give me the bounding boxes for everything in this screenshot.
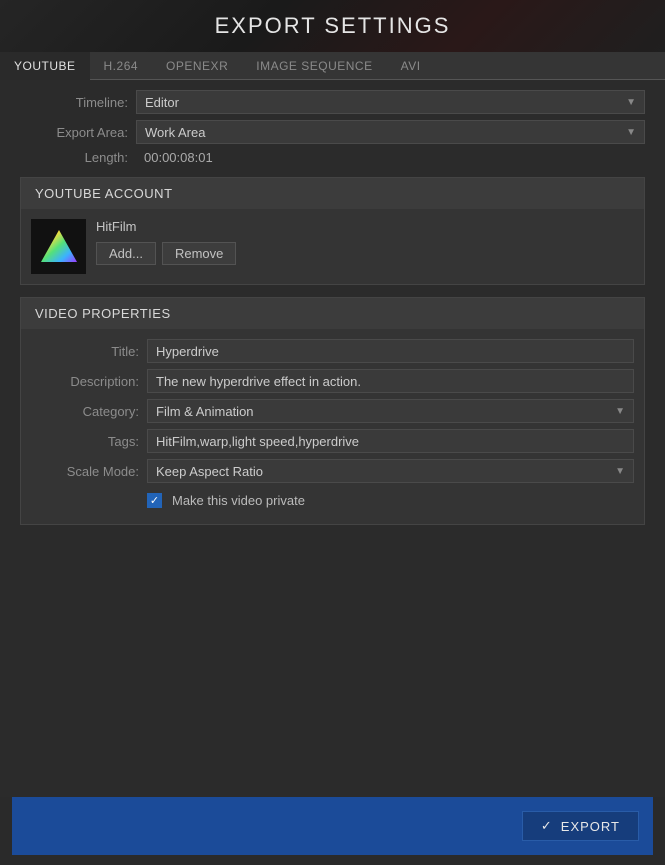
timeline-label: Timeline: [20,95,128,110]
timeline-value: Editor [145,95,179,110]
description-value: The new hyperdrive effect in action. [156,374,361,389]
private-label: Make this video private [172,493,305,508]
length-value: 00:00:08:01 [136,150,213,165]
private-checkbox[interactable]: ✓ [147,493,162,508]
scale-mode-label: Scale Mode: [31,464,139,479]
description-input[interactable]: The new hyperdrive effect in action. [147,369,634,393]
check-icon: ✓ [541,818,553,834]
title-label: Title: [31,344,139,359]
chevron-down-icon: ▼ [615,406,625,417]
video-properties-header: VIDEO PROPERTIES [21,298,644,329]
category-label: Category: [31,404,139,419]
timeline-select[interactable]: Editor ▼ [136,90,645,114]
app-title: EXPORT SETTINGS [215,13,451,39]
chevron-down-icon: ▼ [626,97,636,108]
account-name: HitFilm [96,219,236,234]
scale-mode-value: Keep Aspect Ratio [156,464,263,479]
export-button-label: EXPORT [561,819,620,834]
export-area-select[interactable]: Work Area ▼ [136,120,645,144]
tab-avi[interactable]: AVI [387,52,435,79]
tab-youtube[interactable]: YOUTUBE [0,52,90,80]
tags-input[interactable]: HitFilm,warp,light speed,hyperdrive [147,429,634,453]
video-properties-panel: VIDEO PROPERTIES Title: Hyperdrive Descr… [20,297,645,525]
remove-account-button[interactable]: Remove [162,242,236,265]
tab-bar: YOUTUBE H.264 OPENEXR IMAGE SEQUENCE AVI [0,52,665,80]
tab-openexr[interactable]: OPENEXR [152,52,242,79]
tab-image-sequence[interactable]: IMAGE SEQUENCE [242,52,386,79]
add-account-button[interactable]: Add... [96,242,156,265]
export-area-value: Work Area [145,125,205,140]
title-value: Hyperdrive [156,344,219,359]
scale-mode-select[interactable]: Keep Aspect Ratio ▼ [147,459,634,483]
tab-h264[interactable]: H.264 [90,52,153,79]
category-value: Film & Animation [156,404,254,419]
chevron-down-icon: ▼ [615,466,625,477]
export-area-label: Export Area: [20,125,128,140]
account-avatar [31,219,86,274]
export-button[interactable]: ✓ EXPORT [522,811,639,841]
youtube-account-header: YOUTUBE ACCOUNT [21,178,644,209]
title-input[interactable]: Hyperdrive [147,339,634,363]
youtube-account-panel: YOUTUBE ACCOUNT [20,177,645,285]
content-area: Timeline: Editor ▼ Export Area: Work Are… [0,80,665,797]
tags-label: Tags: [31,434,139,449]
check-icon: ✓ [150,494,159,507]
chevron-down-icon: ▼ [626,127,636,138]
category-select[interactable]: Film & Animation ▼ [147,399,634,423]
footer-bar: ✓ EXPORT [12,797,653,855]
length-label: Length: [20,150,128,165]
tags-value: HitFilm,warp,light speed,hyperdrive [156,434,359,449]
description-label: Description: [31,374,139,389]
title-bar: EXPORT SETTINGS [0,0,665,52]
